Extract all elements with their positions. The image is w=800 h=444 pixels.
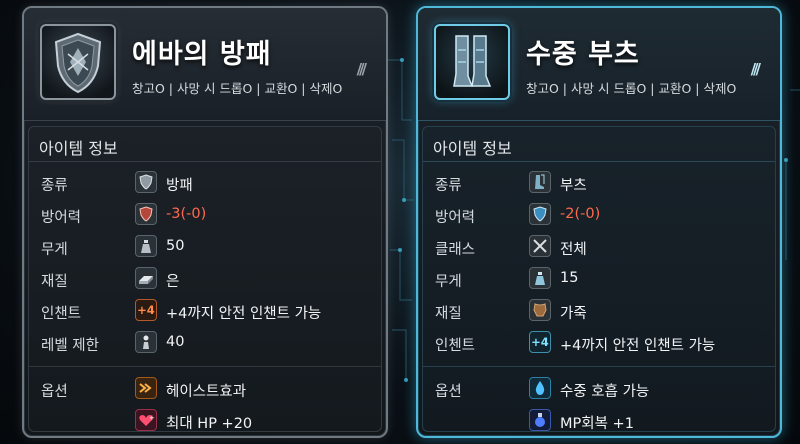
stat-row-weight: 무게 15	[423, 263, 775, 295]
item-portrait	[40, 24, 116, 100]
stat-label: 종류	[41, 178, 68, 194]
stat-label: 재질	[41, 274, 68, 290]
svg-text:+: +	[149, 414, 155, 422]
option-row: MP회복 +1	[423, 405, 775, 436]
stats-list: 종류 방패 방어력 -3(-0) 무게 50 재질 은 인챈트 +4 +4까지 …	[29, 167, 381, 359]
stat-value: 방패	[166, 178, 193, 194]
stat-row-defense: 방어력 -2(-0)	[423, 199, 775, 231]
option-row: + 최대 HP +20	[29, 405, 381, 436]
mana-potion-icon	[529, 409, 551, 431]
boots-icon	[529, 171, 551, 193]
water-drop-icon	[529, 377, 551, 399]
stat-row-class: 클래스 전체	[423, 231, 775, 263]
stats-list: 종류 부츠 방어력 -2(-0) 클래스 전체 무게 15 재질 가죽 인첸트 …	[423, 167, 775, 359]
option-value: MP회복 +1	[560, 416, 634, 432]
stat-label: 방어력	[41, 210, 82, 226]
item-header: 수중 부츠 /// 창고O | 사망 시 드롭O | 교환O | 삭제O	[418, 8, 780, 121]
option-value: 수중 호흡 가능	[560, 384, 650, 400]
stat-label: 무게	[435, 274, 462, 290]
stat-label: 인첸트	[435, 338, 476, 354]
weight-icon	[529, 267, 551, 289]
enchant-badge: +4	[529, 331, 551, 353]
decorative-slashes: ///	[750, 60, 762, 78]
stat-row-enchant: 인첸트 +4 +4까지 안전 인챈트 가능	[423, 327, 775, 359]
stat-label: 종류	[435, 178, 462, 194]
item-info-panel: 아이템 정보 종류 부츠 방어력 -2(-0) 클래스 전체 무게 15 재질 …	[422, 126, 776, 432]
stat-row-material: 재질 은	[29, 263, 381, 295]
option-value: 최대 HP +20	[166, 416, 253, 432]
stat-label: 레벨 제한	[41, 338, 99, 354]
stat-value: 부츠	[560, 178, 587, 194]
option-row: 수중 호흡 가능	[423, 373, 775, 405]
enchant-badge: +4	[135, 299, 157, 321]
item-card-underwater-boots: 수중 부츠 /// 창고O | 사망 시 드롭O | 교환O | 삭제O 아이템…	[416, 6, 782, 438]
haste-arrow-icon	[135, 377, 157, 399]
stat-value: 전체	[560, 242, 587, 258]
stat-value: -3(-0)	[166, 206, 207, 222]
item-name: 수중 부츠	[526, 39, 640, 70]
section-divider	[423, 161, 775, 162]
stat-label: 인챈트	[41, 306, 82, 322]
decorative-slashes: ///	[356, 60, 368, 78]
stat-value: +4까지 안전 인챈트 가능	[560, 338, 716, 354]
stat-row-enchant: 인챈트 +4 +4까지 안전 인챈트 가능	[29, 295, 381, 327]
item-card-eva-shield: 에바의 방패 /// 창고O | 사망 시 드롭O | 교환O | 삭제O 아이…	[22, 6, 388, 438]
item-portrait	[434, 24, 510, 100]
stat-value: 40	[166, 334, 185, 350]
silver-ingot-icon	[135, 267, 157, 289]
stat-row-material: 재질 가죽	[423, 295, 775, 327]
item-header: 에바의 방패 /// 창고O | 사망 시 드롭O | 교환O | 삭제O	[24, 8, 386, 121]
section-title: 아이템 정보	[433, 139, 512, 158]
stat-label: 재질	[435, 306, 462, 322]
options-divider	[423, 366, 775, 367]
stat-value: 은	[166, 274, 180, 290]
stat-value: -2(-0)	[560, 206, 601, 222]
stat-row-type: 종류 부츠	[423, 167, 775, 199]
item-flags: 창고O | 사망 시 드롭O | 교환O | 삭제O	[526, 81, 737, 96]
shield-portrait-icon	[54, 32, 102, 94]
leather-icon	[529, 299, 551, 321]
stat-label: 클래스	[435, 242, 476, 258]
heart-icon: +	[135, 409, 157, 431]
shield-red-icon	[135, 203, 157, 225]
options-divider	[29, 366, 381, 367]
stat-label: 방어력	[435, 210, 476, 226]
stat-label: 무게	[41, 242, 68, 258]
stat-value: 가죽	[560, 306, 587, 322]
shield-icon	[135, 171, 157, 193]
level-figure-icon	[135, 331, 157, 353]
stat-value: 15	[560, 270, 579, 286]
item-info-panel: 아이템 정보 종류 방패 방어력 -3(-0) 무게 50 재질 은 인챈트 +…	[28, 126, 382, 432]
item-name: 에바의 방패	[132, 39, 272, 70]
section-title: 아이템 정보	[39, 139, 118, 158]
stat-value: 50	[166, 238, 185, 254]
item-flags: 창고O | 사망 시 드롭O | 교환O | 삭제O	[132, 81, 343, 96]
stat-row-weight: 무게 50	[29, 231, 381, 263]
option-value: 헤이스트효과	[166, 384, 247, 400]
boots-portrait-icon	[453, 35, 492, 87]
crossed-swords-icon	[529, 235, 551, 257]
option-row: 헤이스트효과	[29, 373, 381, 405]
stat-row-level: 레벨 제한 40	[29, 327, 381, 359]
stat-row-defense: 방어력 -3(-0)	[29, 199, 381, 231]
section-divider	[29, 161, 381, 162]
stat-row-type: 종류 방패	[29, 167, 381, 199]
stat-value: +4까지 안전 인챈트 가능	[166, 306, 322, 322]
shield-blue-icon	[529, 203, 551, 225]
weight-icon	[135, 235, 157, 257]
